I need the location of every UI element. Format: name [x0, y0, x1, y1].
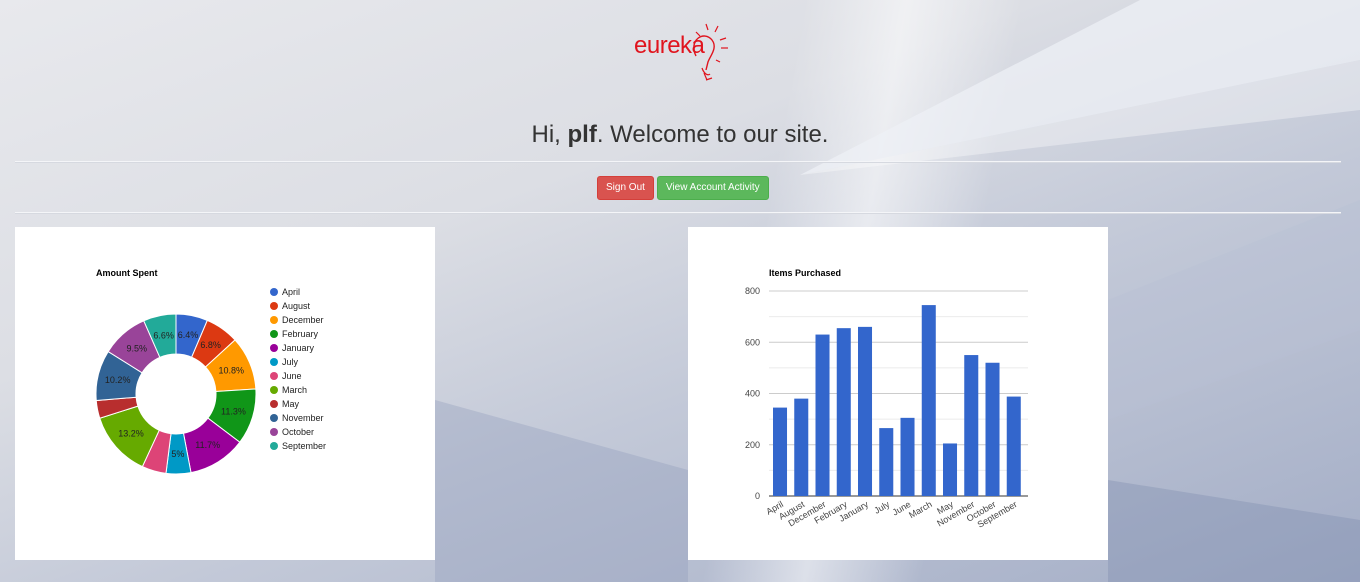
legend-marker-february	[270, 330, 278, 338]
username: plf	[567, 121, 597, 148]
greeting-suffix: . Welcome to our site.	[596, 121, 829, 148]
legend-marker-april	[270, 288, 278, 296]
account-actions: Sign Out View Account Activity	[597, 176, 769, 200]
x-tick-label: March	[907, 499, 934, 520]
view-account-activity-button[interactable]: View Account Activity	[656, 176, 769, 200]
bar-chart-title: Items Purchased	[769, 268, 841, 278]
legend-marker-december	[270, 316, 278, 324]
bar-june	[900, 417, 915, 496]
divider-top	[15, 161, 1341, 163]
welcome-heading: Hi, plf. Welcome to our site.	[0, 121, 1360, 149]
pie-slice-label: 6.4%	[178, 330, 199, 340]
legend-marker-june	[270, 372, 278, 380]
bar-february	[836, 328, 851, 496]
logo-text: eureka	[634, 32, 705, 59]
legend-label-june: June	[282, 371, 302, 381]
legend-label-october: October	[282, 427, 314, 437]
y-tick-label: 0	[755, 491, 760, 501]
bar-july	[879, 428, 894, 496]
bar-november	[964, 355, 979, 496]
legend-label-april: April	[282, 287, 300, 297]
legend-marker-may	[270, 400, 278, 408]
legend-marker-july	[270, 358, 278, 366]
pie-slice-label: 10.2%	[105, 375, 131, 385]
bar-december	[815, 334, 830, 496]
pie-slice-label: 13.2%	[118, 429, 144, 439]
items-purchased-chart: Items Purchased 0200400600800 AprilAugus…	[745, 268, 1028, 530]
bar-may	[943, 443, 958, 496]
legend-label-december: December	[282, 315, 324, 325]
legend-label-february: February	[282, 329, 319, 339]
bar-march	[921, 305, 936, 496]
pie-slice-label: 6.8%	[200, 340, 221, 350]
legend-marker-november	[270, 414, 278, 422]
pie-slice-label: 6.6%	[153, 330, 174, 340]
bar-april	[773, 407, 788, 496]
pie-slice-label: 5%	[171, 449, 184, 459]
legend-label-july: July	[282, 357, 299, 367]
bar-january	[858, 326, 873, 496]
legend-label-november: November	[282, 413, 324, 423]
x-tick-label: July	[872, 499, 891, 516]
legend-marker-october	[270, 428, 278, 436]
y-tick-label: 800	[745, 286, 760, 296]
eureka-logo[interactable]: eureka	[628, 18, 738, 84]
divider-bottom	[15, 212, 1341, 214]
bar-october	[985, 362, 1000, 496]
pie-slice-label: 9.5%	[126, 344, 147, 354]
amount-spent-chart-panel: Amount Spent 6.4% 6.8% 10.8% 11.3% 11.7% 5% 13…	[15, 227, 435, 560]
items-purchased-chart-panel: Items Purchased 0 200 400 600 800 April Augus…	[688, 227, 1108, 560]
greeting-prefix: Hi,	[531, 121, 568, 148]
legend-marker-january	[270, 344, 278, 352]
pie-slice-label: 11.7%	[195, 440, 220, 450]
pie-chart-title: Amount Spent	[96, 268, 158, 278]
y-tick-label: 400	[745, 389, 760, 399]
legend-label-september: September	[282, 441, 326, 451]
y-tick-label: 600	[745, 337, 760, 347]
y-tick-label: 200	[745, 440, 760, 450]
legend-marker-march	[270, 386, 278, 394]
bar-september	[1006, 396, 1021, 496]
legend-marker-september	[270, 442, 278, 450]
legend-label-august: August	[282, 301, 311, 311]
sign-out-button[interactable]: Sign Out	[597, 176, 654, 200]
legend-label-may: May	[282, 399, 300, 409]
legend-label-march: March	[282, 385, 307, 395]
legend-marker-august	[270, 302, 278, 310]
pie-slice-label: 11.3%	[221, 406, 246, 416]
amount-spent-chart: Amount Spent 6.4%6.8% 10.8% 11.3% 11.7% 5% 13…	[95, 268, 326, 475]
bar-august	[794, 398, 809, 496]
pie-slice-label: 10.8%	[218, 366, 244, 376]
legend-label-january: January	[282, 343, 315, 353]
